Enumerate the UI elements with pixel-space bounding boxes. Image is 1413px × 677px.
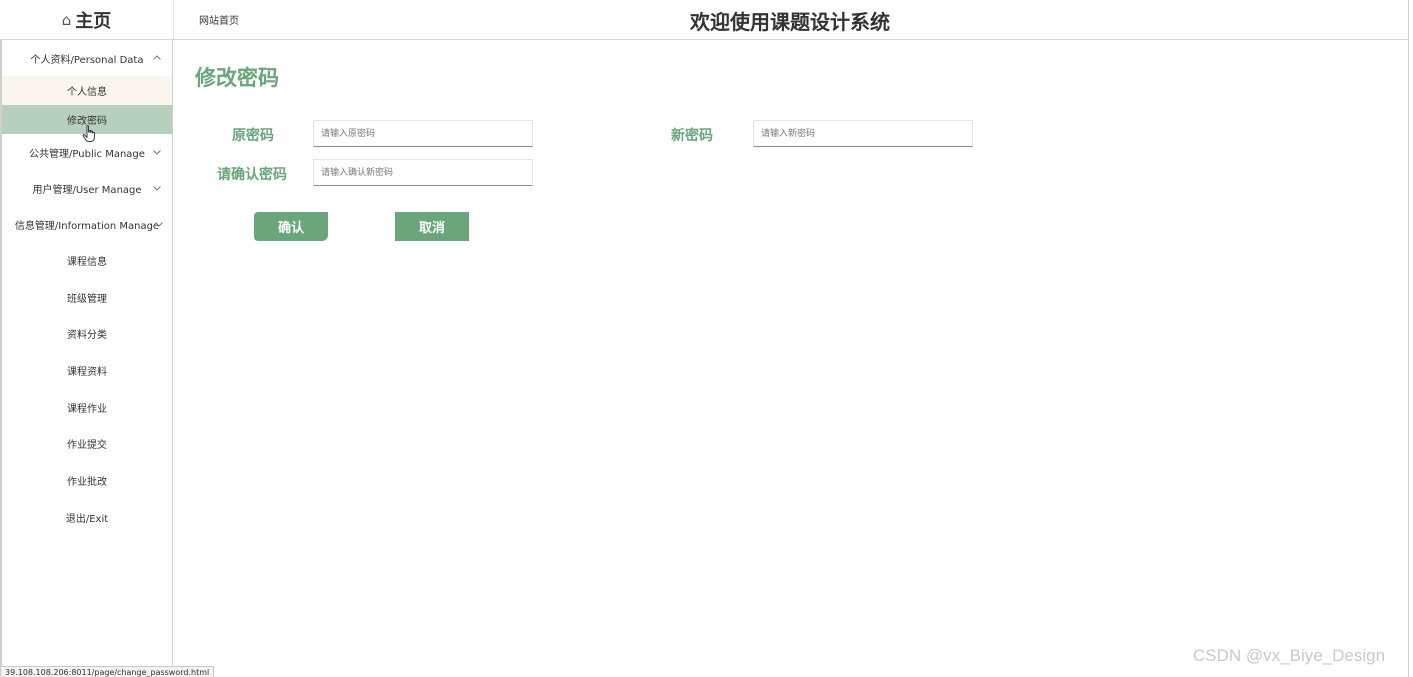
window-right-border <box>1408 0 1409 677</box>
home-brand-link[interactable]: ⌂ 主页 <box>0 0 174 39</box>
sidebar-group-label: 用户管理/User Manage <box>32 184 142 196</box>
sidebar-item-label: 课程资料 <box>67 366 107 378</box>
chevron-down-icon <box>155 222 163 227</box>
site-home-link[interactable]: 网站首页 <box>199 12 239 27</box>
sidebar-group-label: 公共管理/Public Manage <box>29 148 145 160</box>
sidebar-item-label: 课程作业 <box>67 403 107 415</box>
sidebar-group-label: 信息管理/Information Manage <box>14 220 160 232</box>
sidebar-item-label: 作业提交 <box>67 440 107 452</box>
sidebar-group-information-manage[interactable]: 信息管理/Information Manage <box>2 206 172 242</box>
sidebar-item-label: 资料分类 <box>67 330 107 342</box>
app-window: ⌂ 主页 网站首页 欢迎使用课题设计系统 个人资料/Personal Data … <box>0 0 1413 677</box>
sidebar-item-label: 个人信息 <box>67 87 107 98</box>
sidebar-item-label: 作业批改 <box>67 476 107 488</box>
chevron-up-icon <box>153 55 161 60</box>
sidebar-item-label: 班级管理 <box>67 293 107 305</box>
home-label: 主页 <box>75 10 112 32</box>
app-title: 欢迎使用课题设计系统 <box>690 10 890 34</box>
page-title: 修改密码 <box>195 66 279 90</box>
sidebar-group-user-manage[interactable]: 用户管理/User Manage <box>2 170 172 206</box>
sidebar-item-exit[interactable]: 退出/Exit <box>2 499 172 536</box>
sidebar-item-course-material[interactable]: 课程资料 <box>2 352 172 389</box>
sidebar-item-personal-info[interactable]: 个人信息 <box>2 76 172 105</box>
home-icon: ⌂ <box>61 10 72 29</box>
sidebar: 个人资料/Personal Data 个人信息 修改密码 公共管理/Public… <box>0 40 173 677</box>
sidebar-item-course-info[interactable]: 课程信息 <box>2 242 172 279</box>
sidebar-group-personal-data[interactable]: 个人资料/Personal Data <box>2 40 172 76</box>
confirm-password-label: 请确认密码 <box>217 167 287 183</box>
sidebar-item-label: 退出/Exit <box>65 513 109 525</box>
sidebar-item-homework-submit[interactable]: 作业提交 <box>2 425 172 462</box>
sidebar-item-course-homework[interactable]: 课程作业 <box>2 389 172 426</box>
top-header: ⌂ 主页 网站首页 欢迎使用课题设计系统 <box>0 0 1408 40</box>
sidebar-group-label: 个人资料/Personal Data <box>30 54 144 66</box>
confirm-password-input[interactable] <box>313 159 533 186</box>
sidebar-item-change-password[interactable]: 修改密码 <box>2 105 172 143</box>
sidebar-item-homework-grading[interactable]: 作业批改 <box>2 462 172 499</box>
sidebar-item-class-manage[interactable]: 班级管理 <box>2 279 172 316</box>
old-password-label: 原密码 <box>232 128 274 144</box>
cancel-button[interactable]: 取消 <box>395 212 469 241</box>
main-content: 修改密码 原密码 新密码 请确认密码 确认 取消 <box>174 40 1408 677</box>
old-password-input[interactable] <box>313 120 533 147</box>
confirm-button[interactable]: 确认 <box>254 212 328 241</box>
watermark: CSDN @vx_Biye_Design <box>1193 646 1386 665</box>
new-password-input[interactable] <box>753 120 973 147</box>
new-password-label: 新密码 <box>671 128 713 144</box>
chevron-down-icon <box>153 150 161 155</box>
sidebar-item-label: 课程信息 <box>67 256 107 268</box>
chevron-down-icon <box>153 186 161 191</box>
status-bar-url: 39.108.108.206:8011/page/change_password… <box>0 666 215 677</box>
sidebar-item-material-category[interactable]: 资料分类 <box>2 315 172 352</box>
sidebar-group-public-manage[interactable]: 公共管理/Public Manage <box>2 134 172 170</box>
